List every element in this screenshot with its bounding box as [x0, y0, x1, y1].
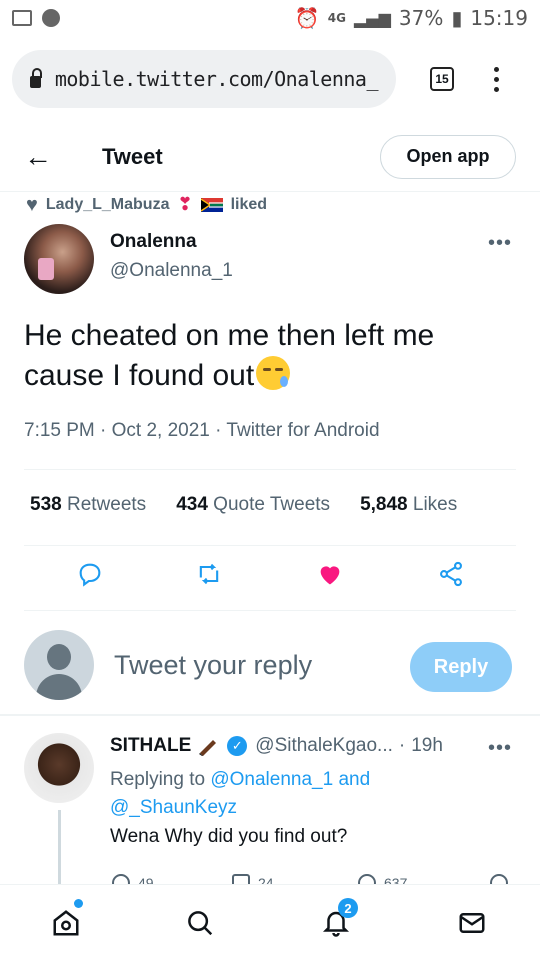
search-icon[interactable] [180, 903, 220, 943]
divider [24, 469, 516, 470]
reply-time[interactable]: 19h [411, 735, 443, 757]
author-name[interactable]: Onalenna [110, 231, 197, 253]
battery-percent: 37% [398, 6, 444, 30]
reply-icon[interactable] [74, 558, 106, 590]
url-text: mobile.twitter.com/Onalenna_ [54, 67, 379, 91]
liked-label: liked [230, 195, 268, 213]
my-avatar [24, 630, 94, 700]
signal-icon: ▂▄▆ [353, 8, 391, 28]
reply-author-name[interactable]: SITHALE [110, 735, 191, 757]
clock: 15:19 [470, 6, 528, 30]
heart-icon: ♥ [26, 193, 38, 216]
retweet-icon[interactable] [193, 558, 225, 590]
replying-to: Replying to @Onalenna_1 and @_ShaunKeyz [110, 766, 370, 822]
status-bar: ⏰ 4G ▂▄▆ 37% ▮ 15:19 [0, 0, 540, 36]
divider [24, 610, 516, 611]
likes-stat[interactable]: 5,848 Likes [360, 494, 457, 516]
lock-icon [30, 68, 42, 88]
red-heart-emoji-icon: ❣ [177, 194, 193, 214]
reply-button[interactable]: Reply [410, 642, 512, 692]
reply-header: SITHALE ✓ @SithaleKgao... · 19h [110, 735, 443, 757]
replying-prefix: Replying to [110, 769, 206, 790]
replying-user-link[interactable]: @Onalenna_1 [210, 769, 333, 790]
author-handle[interactable]: @Onalenna_1 [110, 260, 233, 282]
replying-user-link[interactable]: @_ShaunKeyz [110, 797, 237, 818]
network-type: 4G [327, 11, 346, 25]
retweets-stat[interactable]: 538 Retweets [30, 494, 146, 516]
replying-and: and [338, 769, 371, 790]
notification-dot-icon [42, 9, 60, 27]
verified-badge-icon: ✓ [227, 736, 248, 756]
browser-menu-icon[interactable] [494, 66, 499, 92]
tweet-timestamp[interactable]: 7:15 PM · Oct 2, 2021 · Twitter for Andr… [24, 420, 380, 442]
bottom-nav [0, 884, 540, 960]
reply-author-avatar[interactable] [24, 733, 94, 803]
tweet-header: ← Tweet Open app [0, 122, 540, 192]
liker-name[interactable]: Lady_L_Mabuza [46, 196, 170, 214]
back-arrow-icon[interactable]: ← [24, 141, 60, 173]
separator: · [398, 735, 406, 756]
address-bar[interactable]: mobile.twitter.com/Onalenna_ [12, 50, 396, 108]
reply-author-handle[interactable]: @SithaleKgao... [255, 735, 393, 757]
battery-icon: ▮ [451, 6, 463, 30]
browser-toolbar: mobile.twitter.com/Onalenna_ 15 [0, 36, 540, 122]
tweet-text: He cheated on me then left me cause I fo… [24, 316, 514, 396]
home-unread-dot [74, 899, 83, 908]
messages-envelope-icon[interactable] [452, 903, 492, 943]
tweet-actions [0, 558, 540, 598]
tweet-text-body: He cheated on me then left me cause I fo… [24, 319, 435, 392]
gallery-icon [12, 10, 32, 26]
home-icon[interactable] [46, 903, 86, 943]
pen-emoji-icon [199, 740, 217, 756]
south-africa-flag-icon [200, 197, 223, 212]
tweet-stats: 538 Retweets 434 Quote Tweets 5,848 Like… [30, 494, 487, 516]
sad-face-emoji-icon [256, 356, 291, 390]
quote-tweets-stat[interactable]: 434 Quote Tweets [176, 494, 330, 516]
notifications-badge: 2 [338, 898, 358, 918]
divider [0, 714, 540, 716]
more-options-icon[interactable]: ••• [488, 737, 512, 760]
thread-line [58, 810, 61, 890]
more-options-icon[interactable]: ••• [488, 232, 512, 255]
open-app-button[interactable]: Open app [380, 134, 516, 179]
reply-input[interactable]: Tweet your reply [114, 650, 312, 681]
tab-switcher-button[interactable]: 15 [430, 67, 454, 91]
like-icon[interactable] [314, 558, 346, 590]
divider [24, 545, 516, 546]
alarm-icon: ⏰ [294, 6, 320, 30]
social-context: ♥ Lady_L_Mabuza ❣ liked [26, 194, 267, 215]
reply-text: Wena Why did you find out? [110, 826, 348, 847]
author-avatar[interactable] [24, 224, 94, 294]
page-title: Tweet [102, 143, 163, 169]
share-icon[interactable] [435, 558, 467, 590]
